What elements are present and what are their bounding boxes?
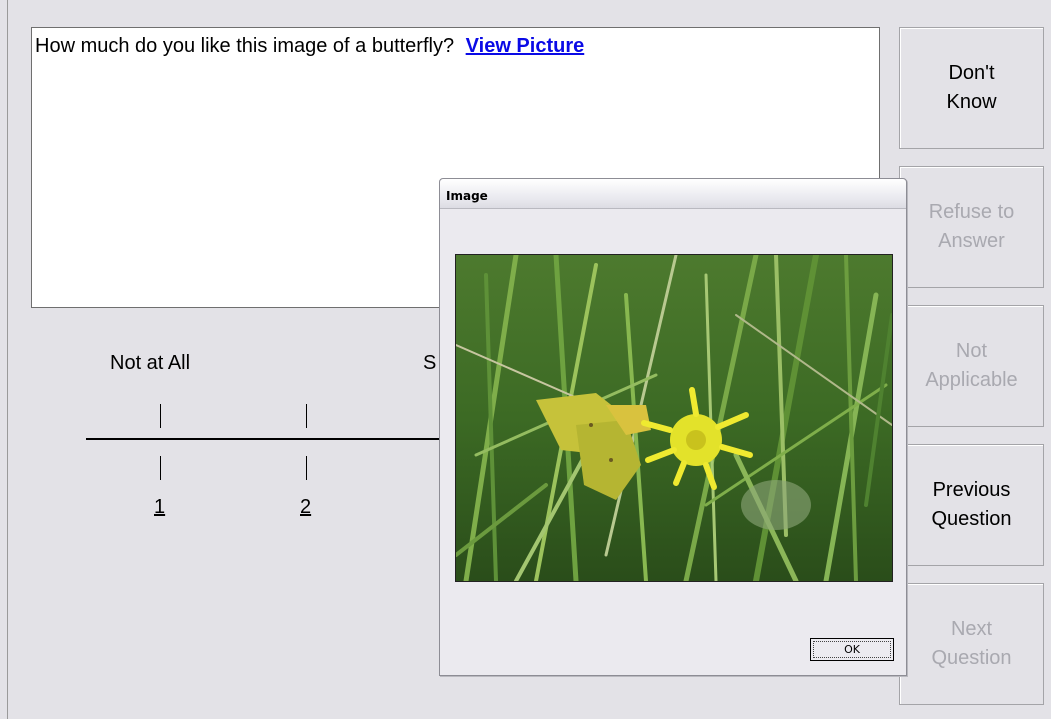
next-question-button[interactable]: Next Question <box>899 583 1044 705</box>
image-dialog: Image OK <box>439 178 907 676</box>
left-border <box>7 0 8 719</box>
scale-line <box>86 438 446 440</box>
scale-low-label: Not at All <box>110 352 191 374</box>
refuse-to-answer-button[interactable]: Refuse to Answer <box>899 166 1044 288</box>
question-text: How much do you like this image of a but… <box>35 35 455 57</box>
scale-tick-bottom <box>306 456 307 480</box>
previous-question-button[interactable]: Previous Question <box>899 444 1044 566</box>
ok-button-label: OK <box>813 641 891 658</box>
scale-tick-top <box>160 404 161 428</box>
butterfly-image-icon <box>456 255 892 581</box>
dont-know-button[interactable]: Don't Know <box>899 27 1044 149</box>
butterfly-photo <box>455 254 893 582</box>
view-picture-link[interactable]: View Picture <box>466 35 585 57</box>
scale-option-2[interactable]: 2 <box>300 496 311 519</box>
dialog-title: Image <box>440 179 906 209</box>
scale-mid-label: S <box>423 352 437 374</box>
scale-tick-bottom <box>160 456 161 480</box>
ok-button[interactable]: OK <box>810 638 894 661</box>
scale-tick-top <box>306 404 307 428</box>
scale-option-1[interactable]: 1 <box>154 496 165 519</box>
not-applicable-button[interactable]: Not Applicable <box>899 305 1044 427</box>
